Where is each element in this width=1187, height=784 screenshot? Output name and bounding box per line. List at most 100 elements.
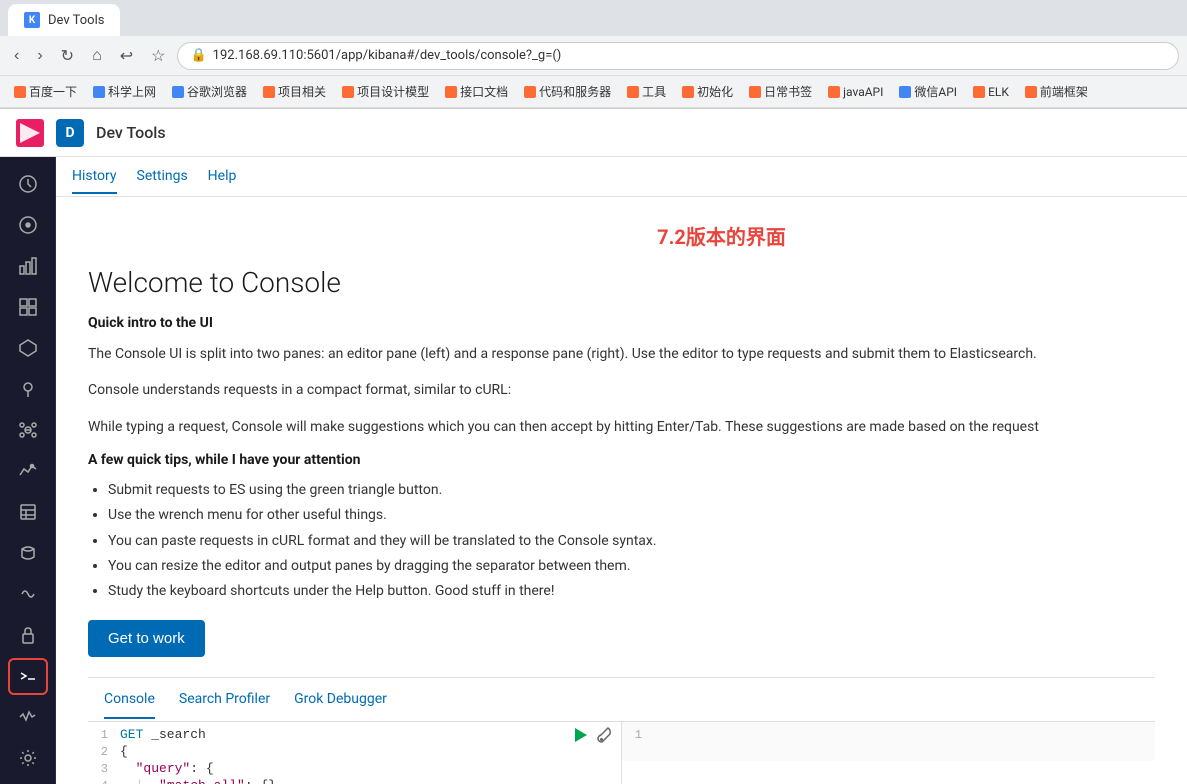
bookmark-label: 前端框架	[1040, 83, 1088, 100]
home-button[interactable]: ⌂	[86, 43, 108, 69]
bookmark-label: ELK	[988, 85, 1009, 99]
console-tabs: Console Search Profiler Grok Debugger	[88, 677, 1155, 721]
bookmark-icon-kexue	[93, 86, 105, 98]
tips-title: A few quick tips, while I have your atte…	[88, 452, 1155, 468]
bookmark-label: 百度一下	[29, 83, 77, 100]
bookmark-label: 工具	[642, 83, 666, 100]
bookmark-icon-code	[524, 86, 536, 98]
bookmark-baiduyixia[interactable]: 百度一下	[8, 80, 83, 103]
sidebar-icon-clock[interactable]	[8, 165, 48, 202]
back-button[interactable]: ‹	[8, 43, 25, 69]
bookmark-kexueshangwang[interactable]: 科学上网	[87, 80, 162, 103]
address-bar[interactable]: 🔒 192.168.69.110:5601/app/kibana#/dev_to…	[177, 42, 1179, 70]
editor-pane[interactable]: 1 GET _search 2 { 3 "query": {	[88, 722, 622, 784]
bookmark-icon-design	[342, 86, 354, 98]
bookmark-design[interactable]: 项目设计模型	[336, 80, 435, 103]
bookmark-daily[interactable]: 日常书签	[743, 80, 818, 103]
bookmarks-bar: 百度一下 科学上网 谷歌浏览器 项目相关 项目设计模型 接口文档	[0, 76, 1187, 108]
tip-5: Study the keyboard shortcuts under the H…	[108, 579, 1155, 604]
tab-grok-debugger[interactable]: Grok Debugger	[294, 681, 387, 719]
bookmark-label: 接口文档	[460, 83, 508, 100]
sidebar-icon-monitoring[interactable]	[8, 699, 48, 736]
forward-button[interactable]: ›	[31, 43, 48, 69]
sidebar-icon-apm[interactable]	[8, 452, 48, 489]
tab-help[interactable]: Help	[208, 160, 237, 194]
bookmark-icon-tools	[627, 86, 639, 98]
sidebar-icon-lock[interactable]	[8, 617, 48, 654]
bookmark-label: 日常书签	[764, 83, 812, 100]
sidebar-icon-canvas[interactable]	[8, 329, 48, 366]
editor-line-4: 4 | "match_all": {}	[88, 777, 621, 784]
bookmark-icon-elk	[973, 86, 985, 98]
bookmark-init[interactable]: 初始化	[676, 80, 739, 103]
bookmark-frontend[interactable]: 前端框架	[1019, 80, 1094, 103]
reload-button[interactable]: ↻	[55, 42, 80, 70]
editor-line-2: 2 {	[88, 743, 621, 760]
bookmark-label: 代码和服务器	[539, 83, 611, 100]
bookmark-icon-init	[682, 86, 694, 98]
welcome-content: 7.2版本的界面 Welcome to Console Quick intro …	[56, 197, 1187, 784]
tips-list: Submit requests to ES using the green tr…	[88, 478, 1155, 604]
tab-console[interactable]: Console	[104, 681, 155, 719]
paragraph-3: While typing a request, Console will mak…	[88, 416, 1155, 438]
get-to-work-button[interactable]: Get to work	[88, 620, 205, 657]
app-title: Dev Tools	[96, 123, 166, 142]
tab-search-profiler[interactable]: Search Profiler	[179, 681, 270, 719]
bookmark-icon-google	[172, 86, 184, 98]
sidebar-icon-dashboard[interactable]	[8, 288, 48, 325]
bookmark-api-docs[interactable]: 接口文档	[439, 80, 514, 103]
browser-toolbar: ‹ › ↻ ⌂ ↩ ☆ 🔒 192.168.69.110:5601/app/ki…	[0, 36, 1187, 76]
sidebar	[0, 157, 56, 784]
editor-actions	[571, 726, 613, 749]
tab-history[interactable]: History	[72, 160, 117, 194]
active-browser-tab[interactable]: K Dev Tools	[8, 4, 120, 36]
url-text: 192.168.69.110:5601/app/kibana#/dev_tool…	[213, 48, 562, 63]
bookmark-elk[interactable]: ELK	[967, 82, 1015, 102]
bookmark-icon-wechat	[899, 86, 911, 98]
sidebar-icon-ml[interactable]	[8, 411, 48, 448]
tip-2: Use the wrench menu for other useful thi…	[108, 503, 1155, 528]
sidebar-icon-siem[interactable]	[8, 493, 48, 530]
response-line-1: 1	[622, 726, 1155, 742]
bookmark-icon-daily	[749, 86, 761, 98]
bookmark-button[interactable]: ☆	[145, 42, 171, 70]
welcome-title: Welcome to Console	[88, 266, 1155, 299]
tip-1: Submit requests to ES using the green tr…	[108, 478, 1155, 503]
bookmark-code-server[interactable]: 代码和服务器	[518, 80, 617, 103]
undo-button[interactable]: ↩	[114, 42, 139, 70]
bookmark-icon-frontend	[1025, 86, 1037, 98]
run-query-button[interactable]	[571, 726, 589, 749]
wrench-menu-button[interactable]	[595, 726, 613, 749]
quick-intro-title: Quick intro to the UI	[88, 315, 1155, 331]
sidebar-icon-uptime[interactable]	[8, 575, 48, 612]
app-header: D Dev Tools	[0, 109, 1187, 157]
paragraph-1: The Console UI is split into two panes: …	[88, 343, 1155, 365]
tab-favicon: K	[24, 12, 40, 28]
tab-settings[interactable]: Settings	[137, 160, 188, 194]
bookmark-javaapi[interactable]: javaAPI	[822, 82, 889, 102]
bookmark-label: 微信API	[914, 83, 957, 100]
sidebar-icon-maps[interactable]	[8, 370, 48, 407]
sidebar-icon-visualize[interactable]	[8, 247, 48, 284]
editor-line-1: 1 GET _search	[88, 726, 621, 743]
browser-tabs-bar: K Dev Tools	[0, 0, 1187, 36]
paragraph-2: Console understands requests in a compac…	[88, 379, 1155, 401]
response-pane: 1	[622, 722, 1155, 761]
bookmark-label: 谷歌浏览器	[187, 83, 247, 100]
bookmark-icon-api-docs	[445, 86, 457, 98]
bookmark-wechat[interactable]: 微信API	[893, 80, 963, 103]
bookmark-icon-javaapi	[828, 86, 840, 98]
bookmark-project[interactable]: 项目相关	[257, 80, 332, 103]
bookmark-icon-project	[263, 86, 275, 98]
bookmark-tools[interactable]: 工具	[621, 80, 672, 103]
sidebar-icon-dev-tools[interactable]	[8, 658, 48, 695]
content-area: History Settings Help 7.2版本的界面 Welcome t…	[56, 157, 1187, 784]
sidebar-icon-settings[interactable]	[8, 740, 48, 777]
bookmark-label: 初始化	[697, 83, 733, 100]
version-annotation: 7.2版本的界面	[288, 221, 1155, 250]
bookmark-label: 科学上网	[108, 83, 156, 100]
bookmark-label: 项目相关	[278, 83, 326, 100]
sidebar-icon-logs[interactable]	[8, 534, 48, 571]
sidebar-icon-discover[interactable]	[8, 206, 48, 243]
bookmark-google-browser[interactable]: 谷歌浏览器	[166, 80, 253, 103]
